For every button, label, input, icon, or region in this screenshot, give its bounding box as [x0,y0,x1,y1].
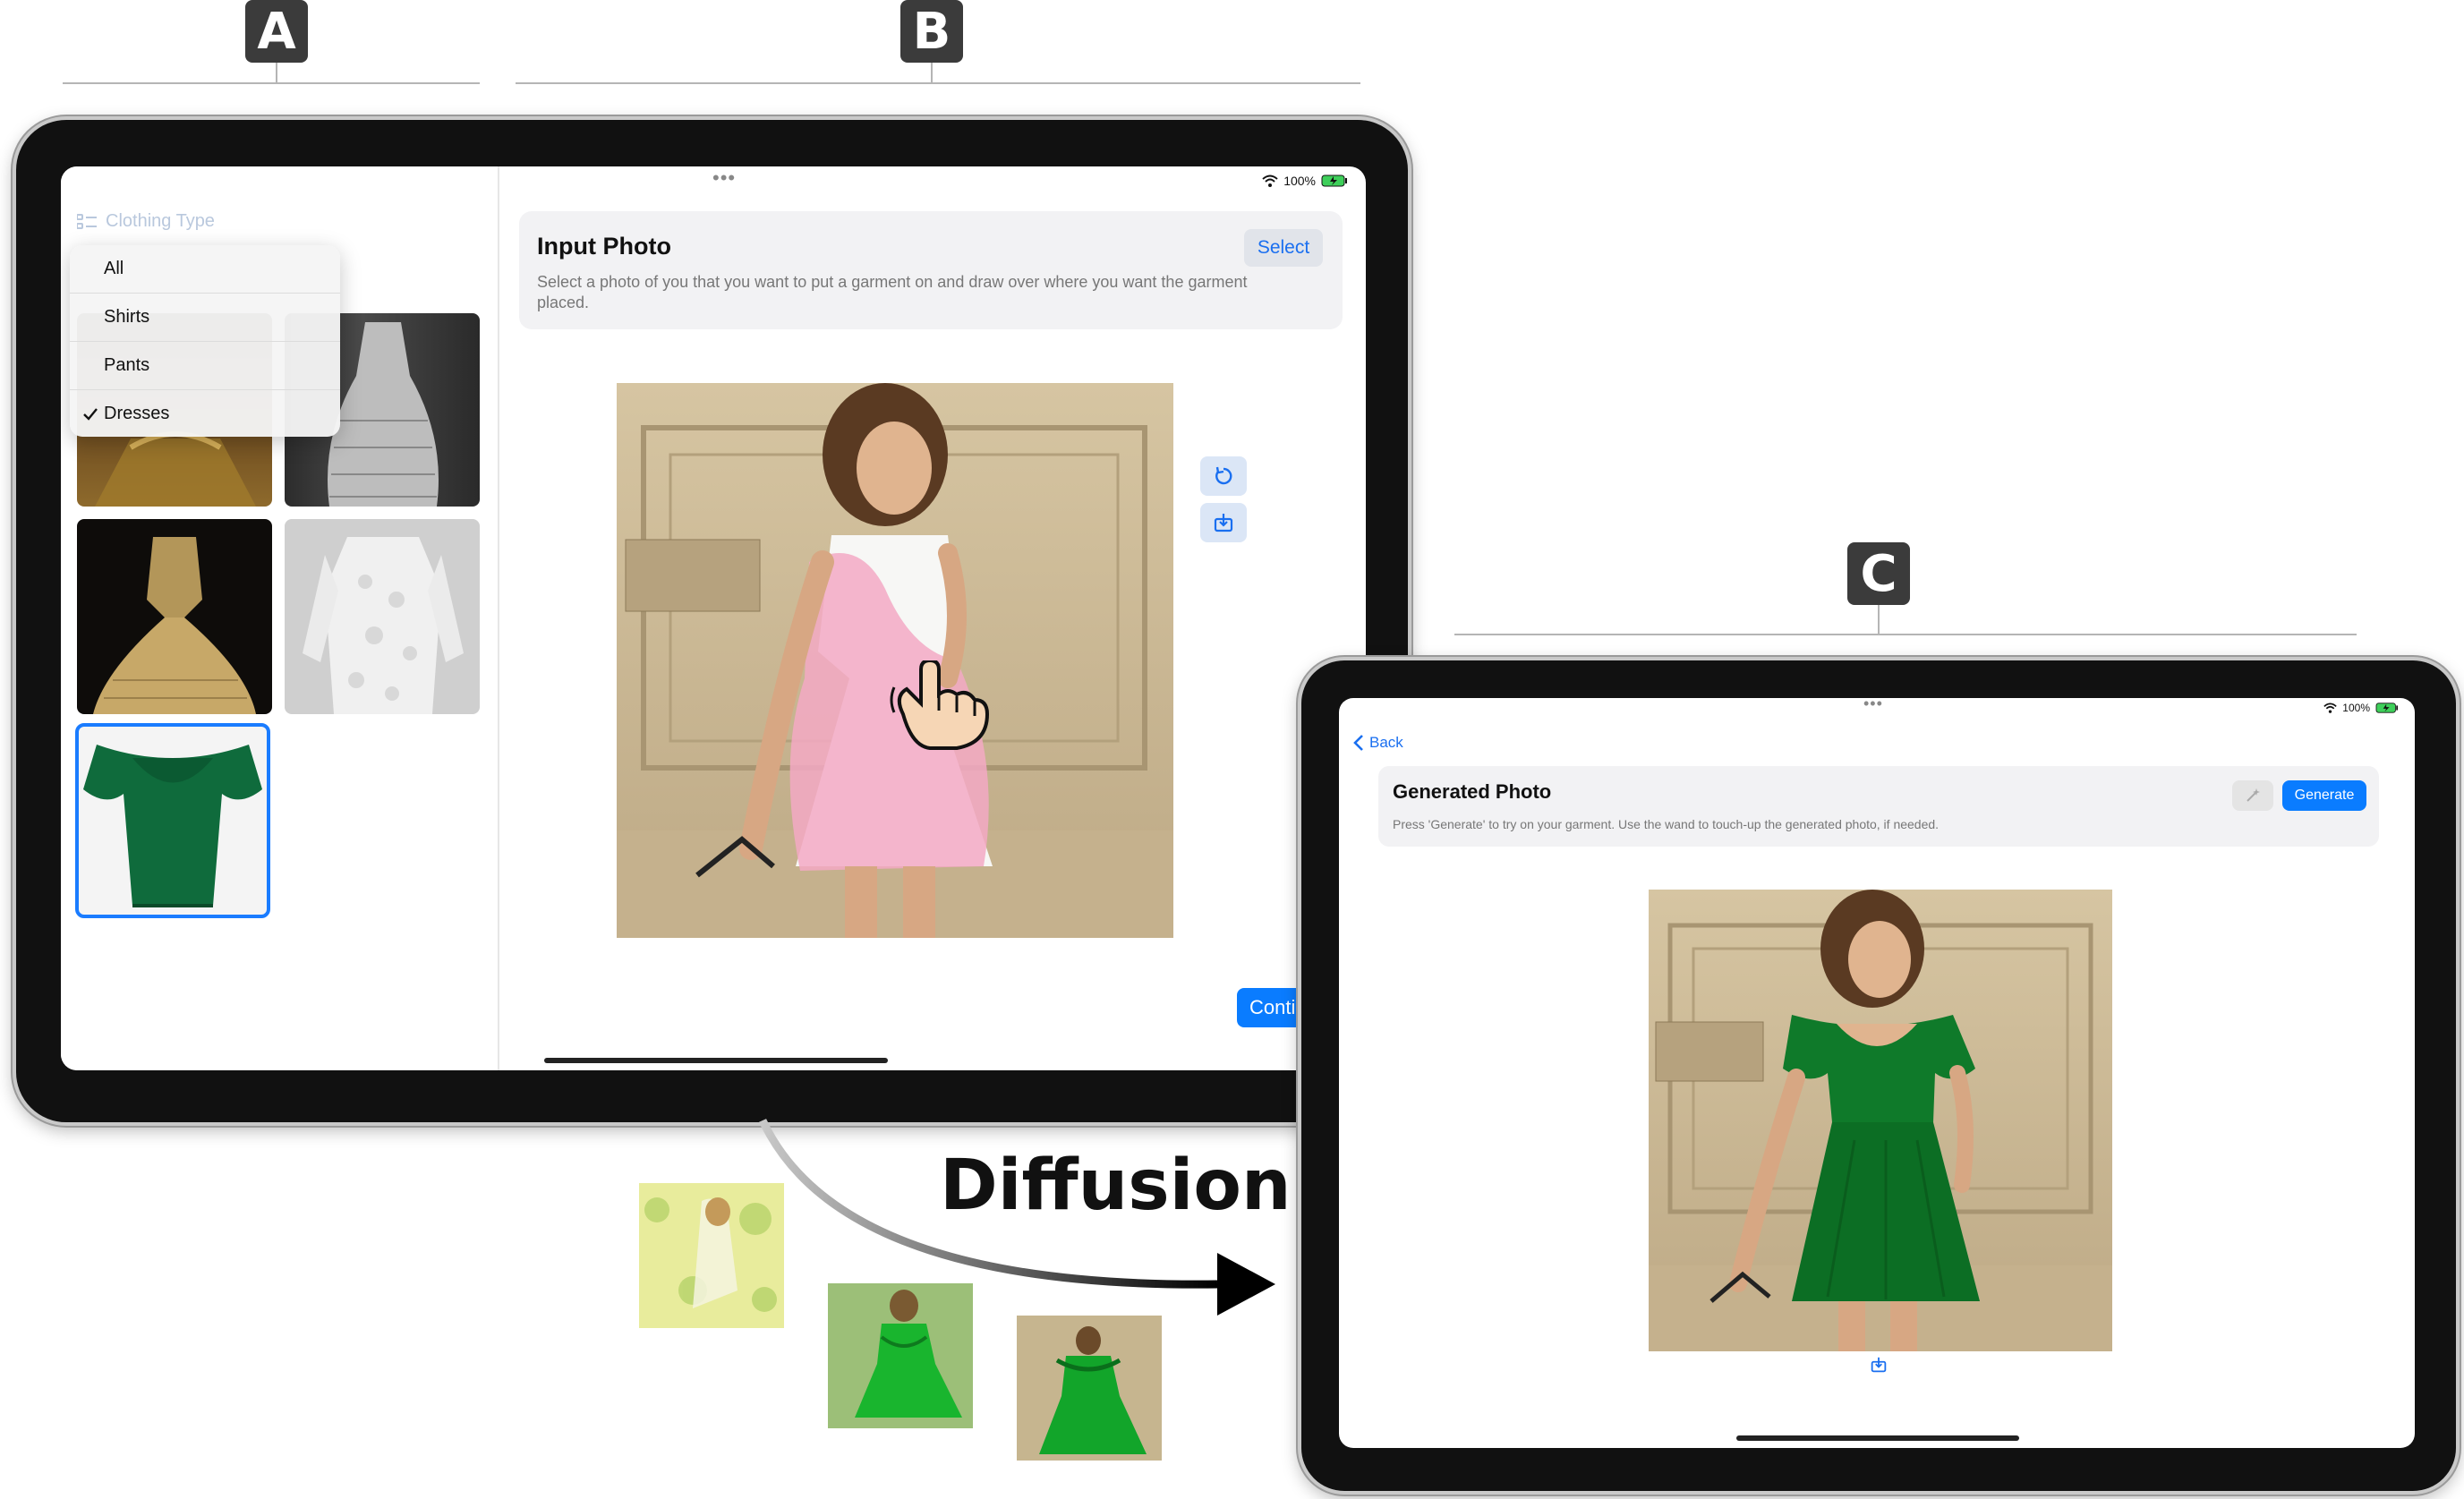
menu-item-pants-label: Pants [104,355,150,375]
checkmark-icon [83,408,98,421]
sidebar: Clothing Type All Shirts Pants Dresses [61,166,499,1070]
rotate-icon [1215,466,1232,485]
menu-item-shirts-label: Shirts [104,307,150,327]
menu-item-dresses[interactable]: Dresses [70,390,340,438]
generate-button[interactable]: Generate [2282,780,2366,811]
wifi-icon [1262,175,1278,187]
section-label-b: B [900,0,963,63]
select-button[interactable]: Select [1244,229,1323,267]
input-photo-description: Select a photo of you that you want to p… [537,273,1248,312]
status-bar-c: 100% [2323,702,2399,714]
download-icon[interactable] [1871,1357,1887,1373]
input-photo-title: Input Photo [537,233,671,260]
back-chevron-icon [1353,735,1363,751]
download-button[interactable] [1200,503,1247,542]
menu-item-dresses-label: Dresses [104,404,170,423]
green-dress-image [83,745,262,907]
section-c-line [1454,634,2357,635]
battery-icon [1321,175,1347,187]
white-lace-dress-image [303,537,464,714]
home-indicator [544,1058,888,1063]
wand-icon [2247,788,2260,802]
section-b-stem [931,63,933,84]
menu-item-all-label: All [104,259,124,278]
garment-thumb-5-selected[interactable] [75,723,270,918]
diffusion-label: Diffusion [940,1146,1292,1226]
clothing-type-menu: All Shirts Pants Dresses [70,245,340,437]
download-icon [1214,514,1233,532]
section-c-stem [1878,605,1880,635]
battery-icon [2375,703,2398,713]
section-a-line [63,82,480,84]
status-bar: 100% [1262,174,1348,188]
section-label-a: A [245,0,308,63]
diffusion-step-3 [1017,1316,1162,1461]
home-indicator-c [1736,1435,2019,1441]
clothing-type-header[interactable]: Clothing Type [77,211,215,232]
wand-button[interactable] [2232,780,2273,811]
garment-thumb-4[interactable] [285,519,480,714]
input-photo-card: Input Photo Select a photo of you that y… [519,211,1343,329]
screen-ab: Clothing Type All Shirts Pants Dresses •… [61,166,1366,1070]
hand-pointer-icon [890,660,990,750]
garment-thumb-3[interactable] [77,519,272,714]
input-photo-canvas[interactable] [617,383,1173,938]
clothing-type-label: Clothing Type [106,211,215,231]
section-a-stem [276,63,277,84]
list-icon [77,213,97,229]
diffusion-step-1 [639,1183,784,1328]
ipad-frame-c: ••• 100% Back Generated Photo Press 'Gen… [1298,657,2460,1495]
wifi-icon [2323,703,2338,713]
rotate-button[interactable] [1200,456,1247,496]
ipad-frame-ab: Clothing Type All Shirts Pants Dresses •… [13,116,1411,1126]
section-label-c: C [1847,542,1910,605]
gold-gown-image [93,537,256,714]
menu-item-pants[interactable]: Pants [70,342,340,390]
diffusion-step-2 [828,1283,973,1428]
battery-percent-c: 100% [2342,702,2370,714]
back-button[interactable]: Back [1353,734,1403,752]
generated-photo-card: Generated Photo Press 'Generate' to try … [1378,766,2379,847]
section-b-line [516,82,1360,84]
multitask-dots[interactable]: ••• [712,166,736,190]
screen-c: ••• 100% Back Generated Photo Press 'Gen… [1339,698,2415,1448]
menu-item-shirts[interactable]: Shirts [70,294,340,342]
menu-item-all[interactable]: All [70,245,340,294]
battery-percent: 100% [1283,174,1316,188]
back-label: Back [1369,734,1403,751]
multitask-dots-c[interactable]: ••• [1863,698,1883,713]
generated-photo-title: Generated Photo [1393,780,1552,803]
generated-photo [1649,890,2112,1351]
generated-photo-description: Press 'Generate' to try on your garment.… [1393,817,1940,831]
